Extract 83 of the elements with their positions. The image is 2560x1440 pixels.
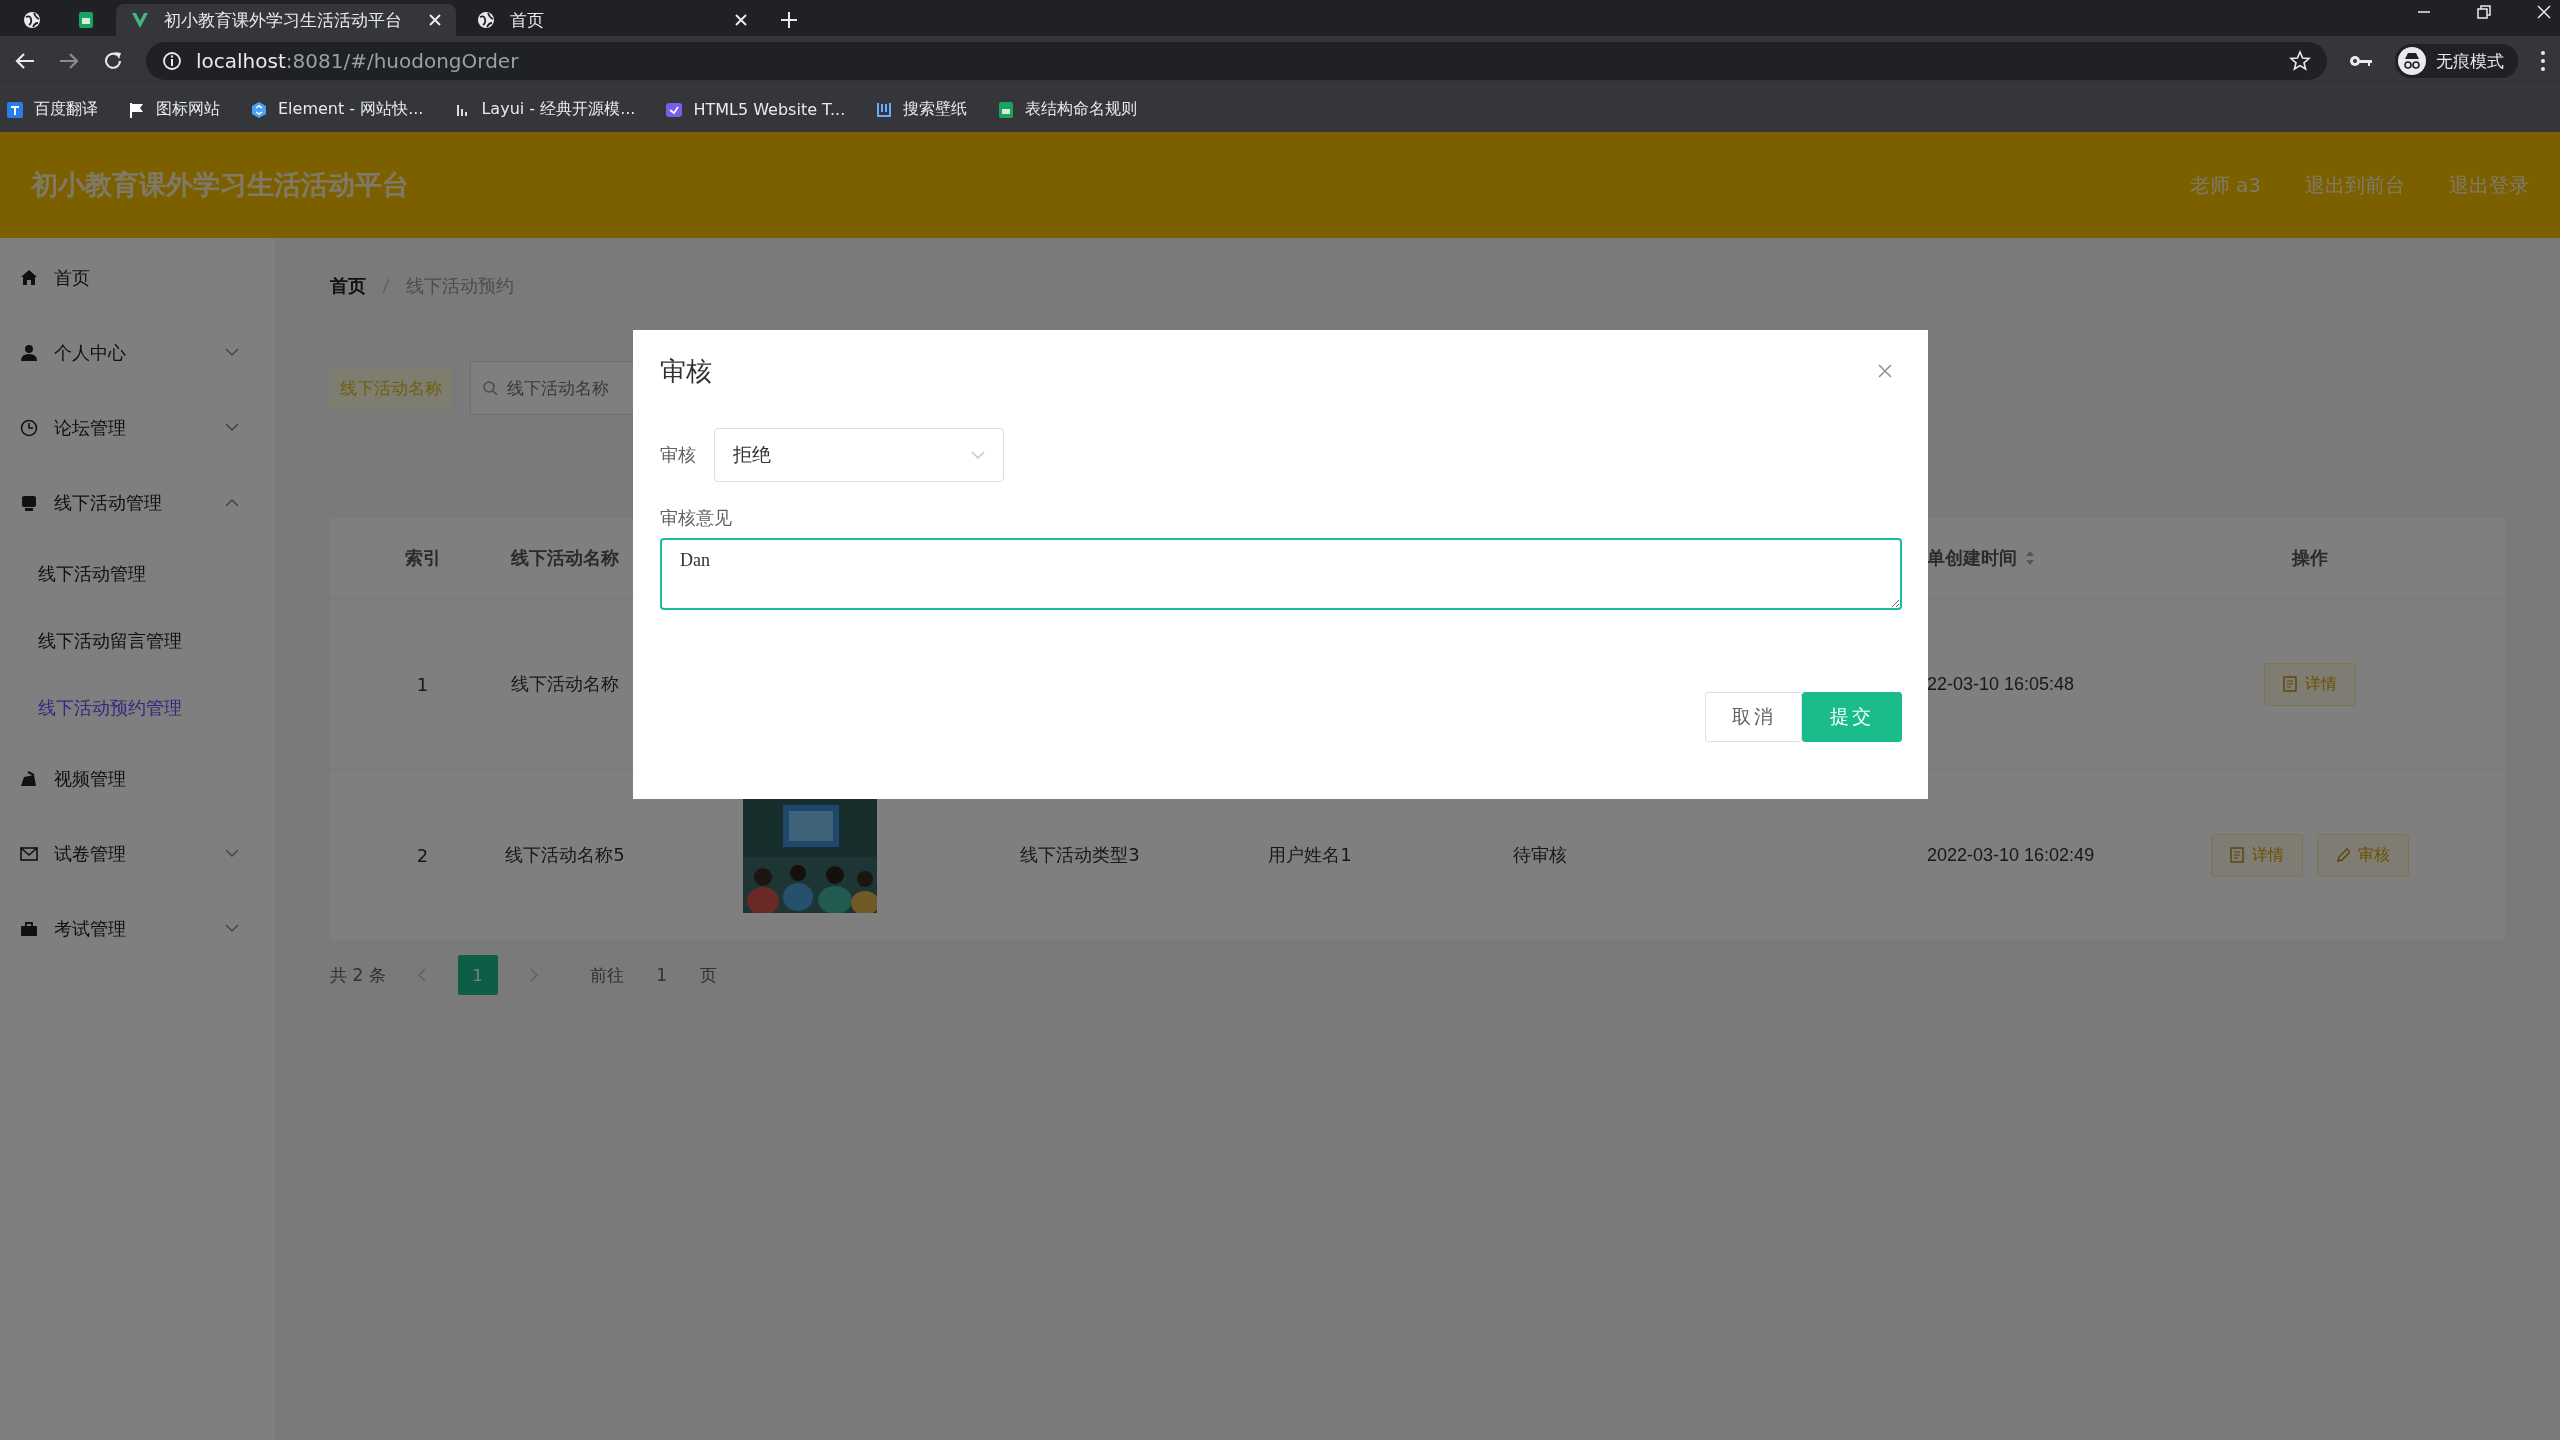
- sidebar-item[interactable]: 首页: [0, 240, 275, 315]
- table-cell: 2: [416, 844, 429, 866]
- table-cell: 1: [416, 673, 429, 695]
- submenu-item[interactable]: 线下活动预约管理: [0, 674, 275, 741]
- hexagon-icon: [250, 100, 268, 119]
- chevron-down-icon: [225, 849, 239, 858]
- document-icon: [2230, 847, 2244, 863]
- table-cell: 线下活动类型3: [1020, 843, 1140, 867]
- user-name: 老师 a3: [2189, 171, 2261, 199]
- cancel-button[interactable]: 取消: [1705, 692, 1802, 742]
- v-logo-icon: [130, 10, 150, 30]
- table-cell: 22-03-10 16:05:48: [1927, 673, 2075, 695]
- bracket-icon: [875, 100, 894, 119]
- separator-icon: [382, 278, 390, 294]
- person-icon: [20, 343, 38, 362]
- table-cell: 用户姓名1: [1268, 843, 1352, 867]
- bookmark-link[interactable]: 表结构命名规则: [997, 99, 1138, 120]
- table-cell: 线下活动名称: [511, 672, 619, 696]
- submenu-item[interactable]: 线下活动留言管理: [0, 607, 275, 674]
- column-header: 操作: [2292, 546, 2328, 570]
- url-text: localhost:8081/#/huodongOrder: [196, 49, 520, 73]
- table-cell: 待审核: [1513, 843, 1567, 867]
- key-icon[interactable]: [2349, 53, 2373, 69]
- restore-icon[interactable]: [2476, 4, 2492, 20]
- info-icon: [162, 51, 182, 71]
- breadcrumb-link[interactable]: 首页: [330, 274, 366, 298]
- bookmark-link[interactable]: Layui - 经典开源模...: [453, 99, 636, 120]
- spreadsheet-icon: [76, 10, 96, 30]
- chevron-down-icon: [971, 450, 985, 460]
- sidebar-item[interactable]: 线下活动管理: [0, 465, 275, 540]
- search-label: 线下活动名称: [330, 368, 452, 408]
- column-header: 索引: [404, 546, 441, 570]
- monitor-icon: [20, 493, 38, 512]
- briefcase-icon: [20, 919, 38, 938]
- spreadsheet-icon: [997, 100, 1016, 119]
- chevron-down-icon: [225, 348, 239, 357]
- goto-label: 前往: [589, 963, 624, 987]
- sidebar-item[interactable]: 考试管理: [0, 891, 275, 966]
- comment-field[interactable]: Dan: [660, 538, 1902, 610]
- status-select[interactable]: 拒绝: [714, 428, 1004, 482]
- address-bar[interactable]: localhost:8081/#/huodongOrder: [146, 42, 2327, 80]
- reload-icon[interactable]: [102, 50, 124, 72]
- table-cell: 线下活动名称5: [505, 843, 625, 867]
- page-unit-label: 页: [699, 963, 717, 987]
- bookmark-link[interactable]: 搜索壁纸: [875, 99, 968, 120]
- app-title: 初小教育课外学习生活活动平台: [31, 168, 409, 202]
- browser-tab[interactable]: 首页: [462, 4, 762, 36]
- chevron-down-icon: [225, 423, 239, 432]
- square-icon: [6, 100, 24, 119]
- table-cell: 2022-03-10 16:02:49: [1927, 844, 2095, 866]
- column-header: 单创建时间: [1927, 547, 2017, 570]
- submenu-item[interactable]: 线下活动管理: [0, 540, 275, 607]
- browser-tab[interactable]: 初小教育课外学习生活活动平台: [116, 4, 456, 36]
- chevron-down-icon: [225, 924, 239, 933]
- flag-icon: [128, 100, 146, 119]
- submit-button[interactable]: 提交: [1802, 692, 1902, 742]
- search-icon: [482, 380, 498, 396]
- bookmark-link[interactable]: HTML5 Website T...: [665, 100, 846, 119]
- envelope-icon: [20, 844, 38, 863]
- globe-icon: [22, 10, 42, 30]
- total-count: 共 2 条: [330, 963, 386, 987]
- column-header: 线下活动名称: [511, 546, 619, 570]
- bookmark-link[interactable]: 百度翻译: [6, 99, 98, 120]
- home-icon: [20, 268, 38, 287]
- bookmark-link[interactable]: Element - 网站快...: [250, 99, 424, 120]
- incognito-button[interactable]: 无痕模式: [2395, 44, 2518, 78]
- clock-icon: [20, 418, 38, 437]
- sidebar-item[interactable]: 试卷管理: [0, 816, 275, 891]
- new-tab-icon[interactable]: [780, 11, 798, 29]
- pencil-icon: [2336, 847, 2350, 863]
- form-label: 审核: [660, 443, 696, 467]
- sidebar-item[interactable]: 视频管理: [0, 741, 275, 816]
- menu-icon[interactable]: [2540, 50, 2546, 72]
- bookmark-link[interactable]: 图标网站: [128, 99, 220, 120]
- page-input[interactable]: 1: [639, 956, 684, 994]
- sidebar-item[interactable]: 个人中心: [0, 315, 275, 390]
- form-label: 审核意见: [660, 506, 733, 530]
- incognito-icon: [2398, 47, 2426, 75]
- chevron-up-icon: [225, 498, 239, 507]
- star-icon[interactable]: [2289, 50, 2311, 72]
- globe-icon: [476, 10, 496, 30]
- document-icon: [2283, 676, 2297, 692]
- sidebar-item[interactable]: 论坛管理: [0, 390, 275, 465]
